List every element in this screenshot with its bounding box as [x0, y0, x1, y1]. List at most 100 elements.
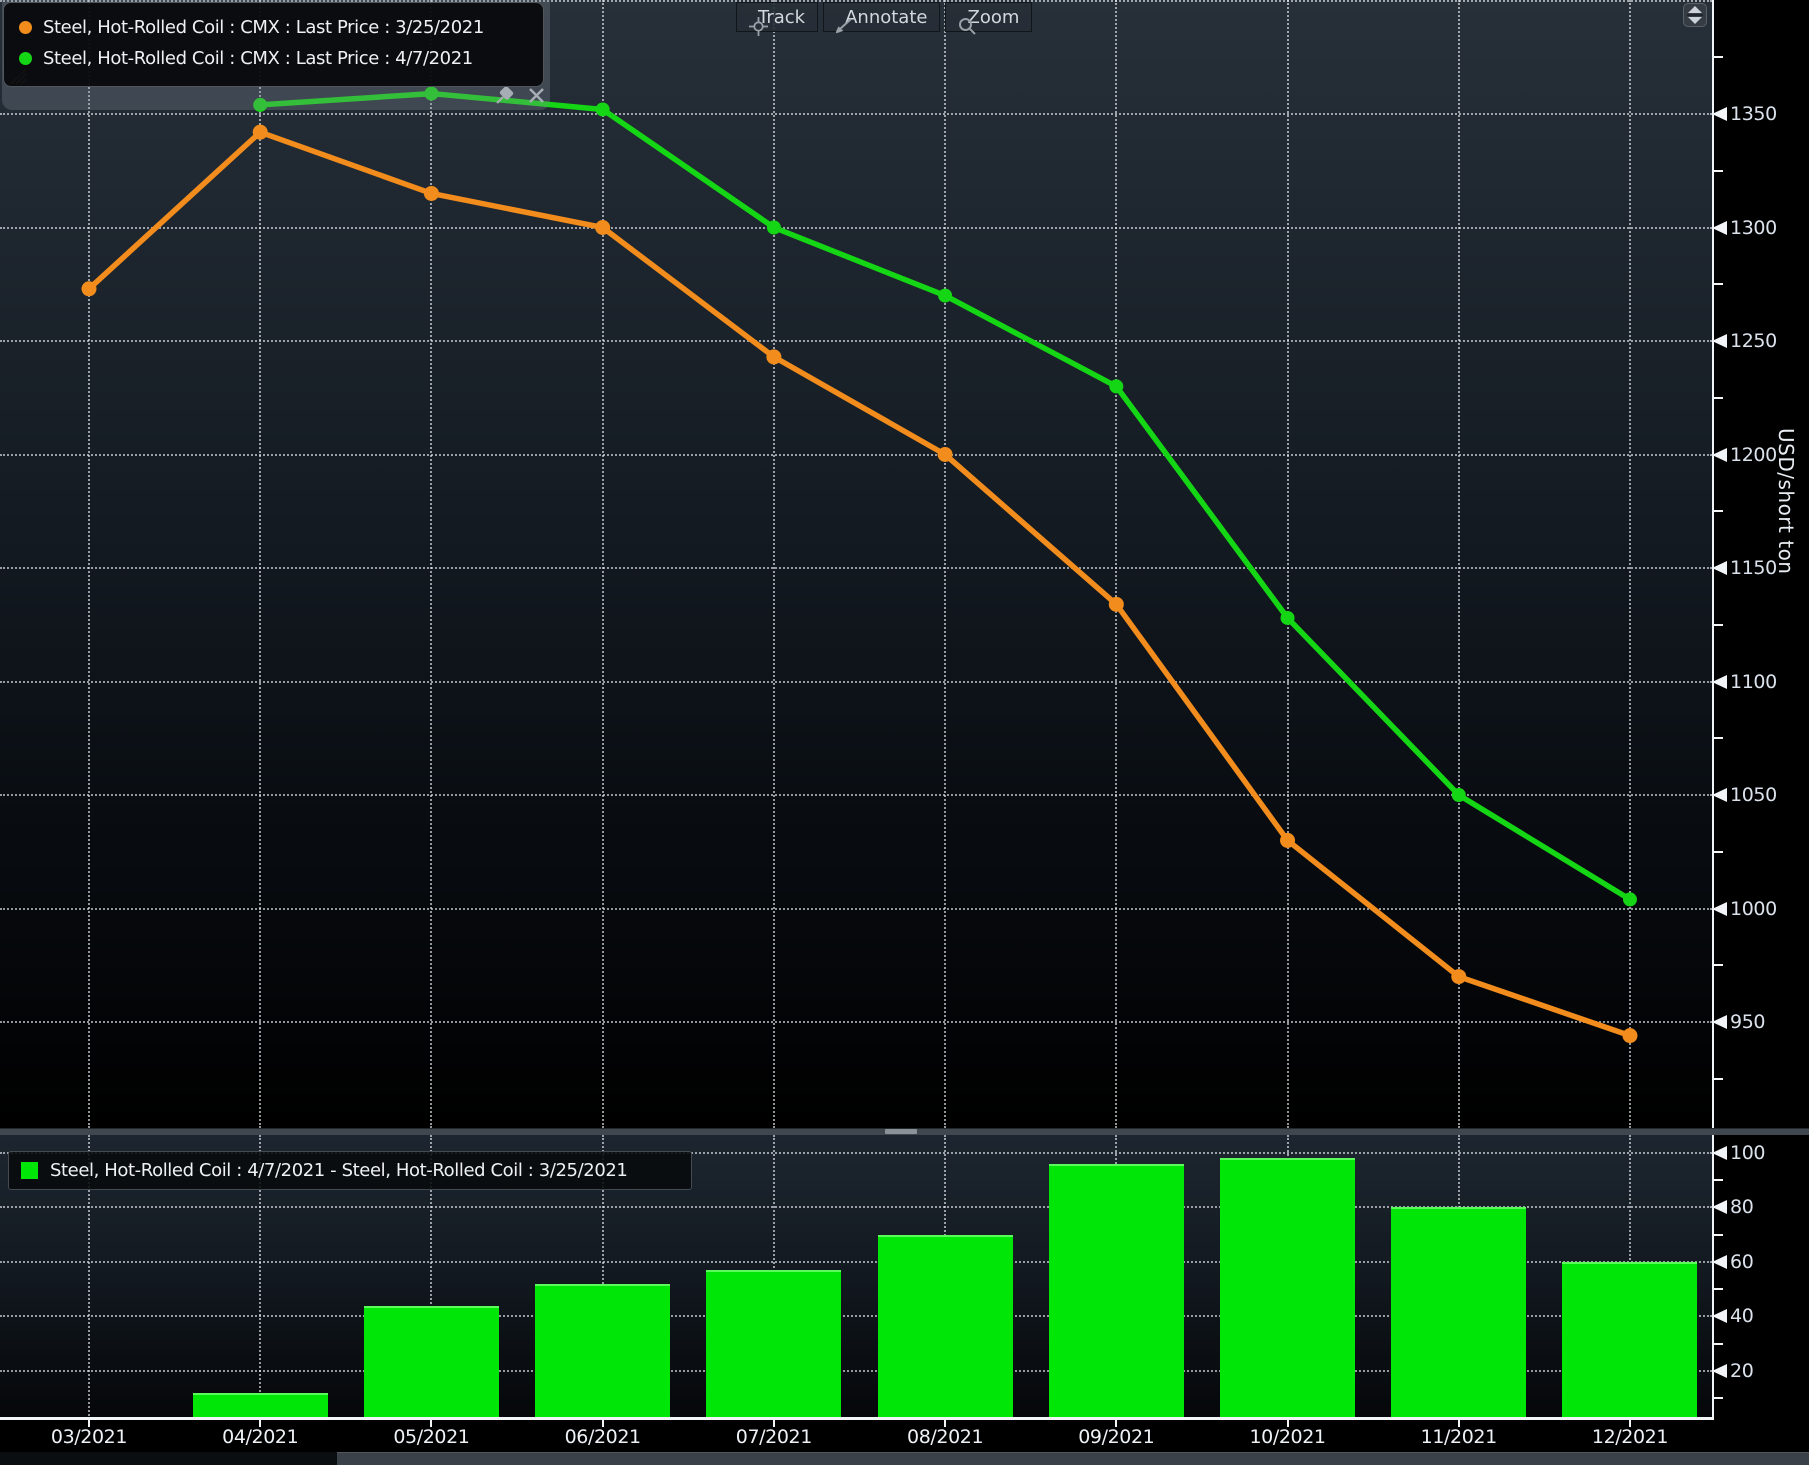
main-ytick-minor-1125 [1712, 624, 1723, 626]
main-ytick-label-1050: 1050 [1730, 784, 1777, 806]
bar-ytick-minor-50 [1712, 1288, 1723, 1290]
legend-row-4-7-2021[interactable]: Steel, Hot-Rolled Coil : CMX : Last Pric… [19, 43, 543, 74]
main-ytick-minor-1375 [1712, 56, 1723, 58]
main-ytick-label-1150: 1150 [1730, 557, 1777, 579]
annotate-button-label: Annotate [845, 7, 927, 28]
diff-bar-09/2021 [1049, 1164, 1184, 1417]
main-ytick-minor-1325 [1712, 170, 1723, 172]
bar-ytick-arrow-40 [1712, 1309, 1727, 1323]
annotate-button[interactable]: Annotate [823, 2, 940, 32]
y-axis-title: USD/short ton [1774, 428, 1798, 574]
horizontal-scrollbar-thumb[interactable] [337, 1452, 1809, 1465]
diff-bar-04/2021 [193, 1393, 328, 1417]
main-ytick-arrow-1350 [1712, 107, 1727, 121]
main-hgridline-1200 [0, 454, 1712, 456]
main-ytick-minor-925 [1712, 1078, 1723, 1080]
main-ytick-label-1100: 1100 [1730, 671, 1777, 693]
main-ytick-minor-1025 [1712, 851, 1723, 853]
main-ytick-minor-1225 [1712, 397, 1723, 399]
x-axis-label-10/2021: 10/2021 [1249, 1426, 1325, 1448]
x-axis-label-06/2021: 06/2021 [565, 1426, 641, 1448]
main-ytick-label-1300: 1300 [1730, 217, 1777, 239]
main-ytick-arrow-1100 [1712, 675, 1727, 689]
main-vgridline-06/2021 [602, 0, 604, 1128]
main-vgridline-03/2021 [88, 0, 90, 1128]
x-axis-label-03/2021: 03/2021 [51, 1426, 127, 1448]
bar-ytick-label-60: 60 [1730, 1251, 1753, 1273]
bar-ytick-label-80: 80 [1730, 1196, 1753, 1218]
bar-ytick-label-40: 40 [1730, 1305, 1753, 1327]
main-hgridline-950 [0, 1021, 1712, 1023]
main-ytick-label-1350: 1350 [1730, 103, 1777, 125]
bar-ytick-minor-10 [1712, 1397, 1723, 1399]
main-ytick-arrow-1150 [1712, 561, 1727, 575]
chart-toolbar: Track Annotate Zoom [736, 2, 1032, 32]
main-ytick-minor-975 [1712, 964, 1723, 966]
main-hgridline-1000 [0, 908, 1712, 910]
bar-ytick-label-20: 20 [1730, 1360, 1753, 1382]
bar-ytick-label-100: 100 [1730, 1142, 1765, 1164]
bar-ytick-minor-70 [1712, 1234, 1723, 1236]
main-ytick-arrow-1000 [1712, 902, 1727, 916]
x-axis-label-05/2021: 05/2021 [393, 1426, 469, 1448]
bar-legend-box[interactable]: Steel, Hot-Rolled Coil : 4/7/2021 - Stee… [8, 1151, 692, 1190]
bar-ytick-minor-30 [1712, 1343, 1723, 1345]
x-axis-label-09/2021: 09/2021 [1078, 1426, 1154, 1448]
legend-dot [19, 52, 32, 65]
pin-legend-icon[interactable] [494, 86, 514, 106]
x-axis-label-04/2021: 04/2021 [222, 1426, 298, 1448]
main-vgridline-12/2021 [1629, 0, 1631, 1128]
x-axis-label-07/2021: 07/2021 [736, 1426, 812, 1448]
diff-bar-11/2021 [1391, 1207, 1526, 1417]
main-ytick-arrow-1250 [1712, 334, 1727, 348]
spinner-down-icon [1688, 17, 1702, 24]
main-ytick-arrow-1050 [1712, 788, 1727, 802]
main-vgridline-04/2021 [259, 0, 261, 1128]
main-vgridline-11/2021 [1458, 0, 1460, 1128]
main-ytick-arrow-950 [1712, 1015, 1727, 1029]
diff-bar-06/2021 [535, 1284, 670, 1417]
main-ytick-label-1200: 1200 [1730, 444, 1777, 466]
bar-legend-swatch [21, 1162, 38, 1179]
main-ytick-label-1250: 1250 [1730, 330, 1777, 352]
legend-row-3-25-2021[interactable]: Steel, Hot-Rolled Coil : CMX : Last Pric… [19, 12, 543, 43]
main-ytick-minor-1075 [1712, 737, 1723, 739]
track-button[interactable]: Track [736, 2, 818, 32]
x-axis-label-12/2021: 12/2021 [1592, 1426, 1668, 1448]
main-vgridline-09/2021 [1115, 0, 1117, 1128]
panel-splitter-handle[interactable] [885, 1129, 917, 1134]
bar-ytick-arrow-80 [1712, 1200, 1727, 1214]
diff-bar-10/2021 [1220, 1158, 1355, 1417]
main-legend-box[interactable]: Steel, Hot-Rolled Coil : CMX : Last Pric… [3, 2, 544, 87]
main-hgridline-1100 [0, 681, 1712, 683]
main-ytick-minor-1175 [1712, 510, 1723, 512]
zoom-button[interactable]: Zoom [945, 2, 1032, 32]
legend-label: Steel, Hot-Rolled Coil : CMX : Last Pric… [43, 17, 484, 38]
x-axis-label-11/2021: 11/2021 [1421, 1426, 1497, 1448]
axis-scale-spinner-button[interactable] [1683, 3, 1707, 27]
main-hgridline-1350 [0, 113, 1712, 115]
bar-ytick-minor-90 [1712, 1179, 1723, 1181]
bar-legend-label: Steel, Hot-Rolled Coil : 4/7/2021 - Stee… [50, 1160, 627, 1181]
legend-dot [19, 21, 32, 34]
main-price-chart-plot[interactable] [0, 0, 1712, 1128]
bar-ytick-arrow-100 [1712, 1146, 1727, 1160]
main-hgridline-1300 [0, 227, 1712, 229]
diff-bar-12/2021 [1562, 1262, 1697, 1417]
main-vgridline-10/2021 [1287, 0, 1289, 1128]
diff-bar-05/2021 [364, 1306, 499, 1417]
main-vgridline-07/2021 [773, 0, 775, 1128]
zoom-button-label: Zoom [967, 7, 1019, 28]
bar-ytick-arrow-60 [1712, 1255, 1727, 1269]
bar-ytick-arrow-20 [1712, 1364, 1727, 1378]
main-ytick-label-950: 950 [1730, 1011, 1765, 1033]
spinner-up-icon [1688, 6, 1702, 13]
diff-bar-07/2021 [706, 1270, 841, 1417]
track-button-label: Track [758, 7, 805, 28]
main-ytick-minor-1275 [1712, 283, 1723, 285]
main-hgridline-1150 [0, 567, 1712, 569]
close-legend-icon[interactable] [528, 87, 546, 105]
spinner-divider [1687, 14, 1703, 16]
main-hgridline-1250 [0, 340, 1712, 342]
legend-label: Steel, Hot-Rolled Coil : CMX : Last Pric… [43, 48, 473, 69]
